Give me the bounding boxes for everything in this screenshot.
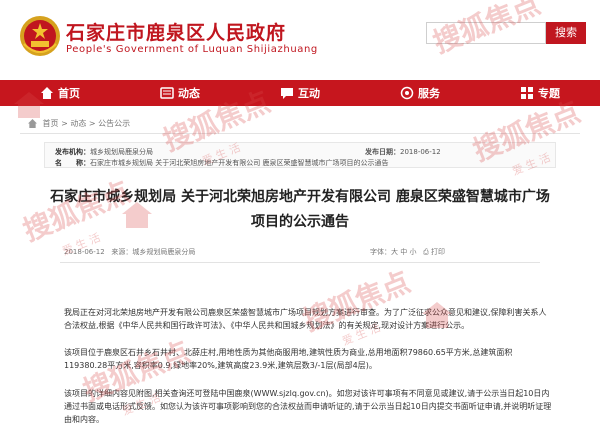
article-title: 石家庄市城乡规划局 关于河北荣旭房地产开发有限公司 鹿泉区荣盛智慧城市广场 (50, 189, 550, 205)
watermark-text: 搜狐焦点 (18, 175, 135, 248)
breadcrumb-news[interactable]: 动态 (70, 119, 86, 128)
site-subtitle: People's Government of Luquan Shijiazhua… (66, 44, 318, 55)
name-line: 名 称：石家庄市城乡规划局 关于河北荣旭房地产开发有限公司 鹿泉区荣盛智慧城市广… (55, 158, 388, 168)
topic-icon (521, 87, 533, 99)
article-paragraph: 我局正在对河北荣旭房地产开发有限公司鹿泉区荣盛智慧城市广场项目规划方案进行审查。… (64, 308, 547, 330)
service-icon (400, 86, 414, 100)
date-label: 发布日期： (365, 148, 400, 156)
article-title-line2: 项目的公示通告 (251, 214, 349, 230)
search-button[interactable]: 搜索 (546, 22, 586, 44)
national-emblem-icon (20, 16, 60, 56)
nav-item-interact[interactable]: 互动 (240, 80, 360, 106)
name-label: 名 称： (55, 159, 90, 167)
article-meta: 2018-06-12 来源：城乡规划局鹿泉分局 (64, 247, 195, 257)
print-icon[interactable]: ⎙ (423, 248, 429, 256)
print-link[interactable]: 打印 (431, 248, 445, 256)
name-value: 石家庄市城乡规划局 关于河北荣旭房地产开发有限公司 鹿泉区荣盛智慧城市广场项目的… (90, 159, 389, 167)
date-value: 2018-06-12 (400, 148, 441, 156)
nav-label: 首页 (58, 87, 80, 100)
divider (60, 262, 540, 263)
nav-item-home[interactable]: 首页 (0, 80, 120, 106)
publisher-value: 城乡规划局鹿泉分局 (90, 148, 153, 156)
article-paragraph: 该项目的详细内容见附图,相关查询还可登陆中国鹿泉(WWW.sjzlq.gov.c… (64, 389, 552, 424)
publisher-line: 发布机构：城乡规划局鹿泉分局 (55, 147, 153, 157)
nav-label: 互动 (298, 87, 320, 100)
divider (20, 133, 580, 134)
site-header: 石家庄市鹿泉区人民政府 People's Government of Luqua… (0, 0, 600, 74)
main-nav: 首页 动态 互动 服务 专题 (0, 80, 600, 106)
article-tools: 字体：大 中 小 ⎙ 打印 (370, 247, 445, 257)
nav-item-news[interactable]: 动态 (120, 80, 240, 106)
article-source: 来源：城乡规划局鹿泉分局 (111, 248, 196, 256)
nav-item-service[interactable]: 服务 (360, 80, 480, 106)
site-title[interactable]: 石家庄市鹿泉区人民政府 (66, 18, 286, 45)
home-icon (28, 119, 37, 128)
nav-item-topic[interactable]: 专题 (480, 80, 600, 106)
breadcrumb-sep: > (86, 119, 99, 128)
breadcrumb: 首页 > 动态 > 公告公示 (28, 118, 130, 129)
breadcrumb-notice[interactable]: 公告公示 (98, 119, 130, 128)
news-icon (160, 87, 174, 99)
article-paragraph: 该项目位于鹿泉区石井乡石井村、北薛庄村,用地性质为其他商服用地,建筑性质为商业,… (64, 348, 513, 370)
publisher-label: 发布机构： (55, 148, 90, 156)
search-input[interactable] (426, 22, 546, 44)
nav-label: 专题 (538, 87, 560, 100)
article-date: 2018-06-12 (64, 248, 105, 256)
article-info-box: 发布机构：城乡规划局鹿泉分局 发布日期：2018-06-12 名 称：石家庄市城… (44, 142, 556, 168)
breadcrumb-sep: > (58, 119, 71, 128)
nav-label: 动态 (178, 87, 200, 100)
nav-label: 服务 (418, 87, 440, 100)
home-icon (41, 87, 53, 99)
chat-icon (281, 88, 293, 99)
publish-date-line: 发布日期：2018-06-12 (365, 147, 441, 157)
breadcrumb-home[interactable]: 首页 (43, 119, 59, 128)
font-size-switch[interactable]: 字体：大 中 小 (370, 248, 416, 256)
